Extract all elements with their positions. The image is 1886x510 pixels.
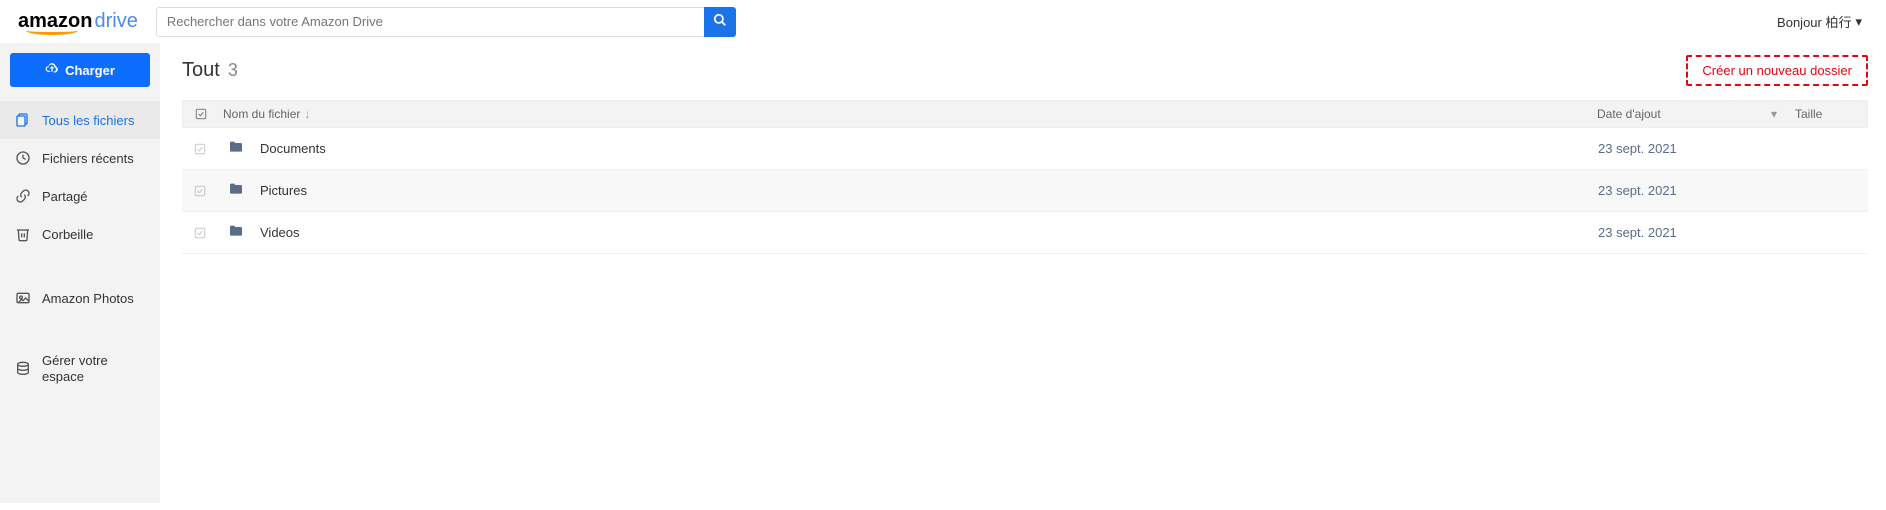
page-title: Tout (182, 59, 220, 82)
sidebar-item-storage[interactable]: Gérer votre espace (0, 343, 160, 396)
sidebar-item-recent[interactable]: Fichiers récents (0, 139, 160, 177)
main-content: Tout 3 Créer un nouveau dossier Nom du f… (160, 43, 1886, 503)
item-count: 3 (228, 60, 238, 81)
row-checkbox[interactable] (182, 184, 218, 198)
column-label: Nom du fichier (223, 107, 300, 121)
sidebar-item-trash[interactable]: Corbeille (0, 215, 160, 253)
select-all-checkbox[interactable] (183, 107, 219, 121)
sort-down-icon: ↓ (304, 107, 310, 121)
column-header-name[interactable]: Nom du fichier ↓ (219, 107, 1597, 121)
row-date: 23 sept. 2021 (1598, 183, 1677, 198)
sidebar-item-label: Amazon Photos (42, 291, 134, 306)
photos-icon (14, 289, 32, 307)
sidebar-item-label: Gérer votre espace (42, 353, 146, 386)
checkbox-icon (193, 142, 207, 156)
upload-icon (45, 62, 59, 79)
title-row: Tout 3 Créer un nouveau dossier (182, 55, 1868, 86)
row-name: Documents (260, 141, 326, 156)
checkbox-icon (193, 184, 207, 198)
sidebar-item-shared[interactable]: Partagé (0, 177, 160, 215)
search-button[interactable] (704, 7, 736, 37)
row-name: Pictures (260, 183, 307, 198)
sidebar-item-label: Fichiers récents (42, 151, 134, 166)
caret-down-icon: ▾ (1855, 14, 1862, 30)
table-row[interactable]: Videos 23 sept. 2021 (182, 212, 1868, 254)
table-header: Nom du fichier ↓ Date d'ajout ▾ Taille (182, 100, 1868, 128)
table-row[interactable]: Pictures 23 sept. 2021 (182, 170, 1868, 212)
checkbox-icon (194, 107, 208, 121)
column-header-size[interactable]: Taille (1787, 107, 1867, 121)
row-date: 23 sept. 2021 (1598, 141, 1677, 156)
share-icon (14, 187, 32, 205)
row-checkbox[interactable] (182, 142, 218, 156)
files-icon (14, 111, 32, 129)
row-name: Videos (260, 225, 300, 240)
sidebar-item-all-files[interactable]: Tous les fichiers (0, 101, 160, 139)
sidebar-item-label: Tous les fichiers (42, 113, 134, 128)
column-label: Date d'ajout (1597, 107, 1661, 121)
logo-amazon-text: amazon (18, 10, 92, 33)
folder-icon (222, 223, 256, 242)
search-bar (156, 7, 736, 37)
checkbox-icon (193, 226, 207, 240)
trash-icon (14, 225, 32, 243)
column-header-date[interactable]: Date d'ajout ▾ (1597, 107, 1787, 121)
logo-drive-text: drive (94, 10, 137, 33)
folder-icon (222, 139, 256, 158)
create-folder-button[interactable]: Créer un nouveau dossier (1686, 55, 1868, 86)
folder-icon (222, 181, 256, 200)
column-label: Taille (1795, 107, 1822, 121)
table-row[interactable]: Documents 23 sept. 2021 (182, 128, 1868, 170)
clock-icon (14, 149, 32, 167)
search-input[interactable] (156, 7, 704, 37)
upload-label: Charger (65, 63, 115, 78)
upload-button[interactable]: Charger (10, 53, 150, 87)
row-date: 23 sept. 2021 (1598, 225, 1677, 240)
greeting-text: Bonjour 柏行 (1777, 12, 1851, 31)
sidebar-item-label: Partagé (42, 189, 88, 204)
search-icon (713, 13, 727, 30)
row-checkbox[interactable] (182, 226, 218, 240)
sidebar-item-label: Corbeille (42, 227, 93, 242)
sidebar-item-photos[interactable]: Amazon Photos (0, 279, 160, 317)
sort-indicator-icon: ▾ (1771, 107, 1777, 121)
header: amazon drive Bonjour 柏行 ▾ (0, 0, 1886, 43)
user-menu[interactable]: Bonjour 柏行 ▾ (1777, 12, 1876, 31)
sidebar: Charger Tous les fichiers Fichiers récen… (0, 43, 160, 503)
storage-icon (14, 360, 32, 378)
logo[interactable]: amazon drive (10, 6, 146, 37)
